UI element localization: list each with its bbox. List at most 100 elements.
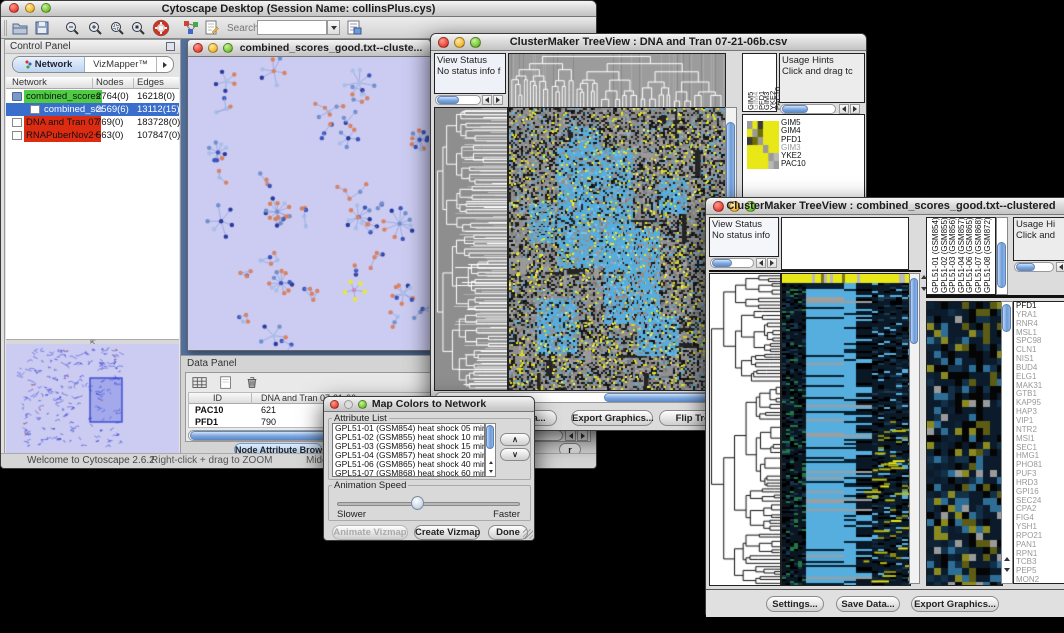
tv1-column-labels: GIM5GIM4PFD1GIM3YKE2PAC10 <box>742 53 777 112</box>
tv2-view-status: View Status No status info <box>709 217 779 257</box>
tv2-zoom-heatmap[interactable] <box>926 301 1003 586</box>
tv1-view-status: View Status No status info f <box>434 53 506 94</box>
speed-slider-thumb[interactable] <box>411 496 424 510</box>
tv1-row-labels: GIM5GIM4PFD1GIM3YKE2PAC10 <box>781 119 806 169</box>
tv1-column-dendrogram[interactable] <box>508 53 726 108</box>
tab-overflow-button[interactable] <box>157 57 173 72</box>
network-row-edges: 13112(15) <box>137 103 180 116</box>
attribute-list-item[interactable]: GPL51-07 (GSM868) heat shock 60 min <box>333 469 484 477</box>
network-row-nodes: 2764(0) <box>96 90 129 103</box>
network-row-name: DNA and Tran 07 <box>24 116 101 129</box>
tv1-row-label: PAC10 <box>781 160 806 168</box>
control-panel: Control Panel Network VizMapper™ Network… <box>4 39 181 455</box>
network-table-header[interactable]: Network Nodes Edges <box>6 77 179 89</box>
network-row[interactable]: DNA and Tran 07769(0) 183728(0) <box>6 116 179 129</box>
network-overview-canvas[interactable] <box>6 344 179 454</box>
data-row-value: 790 <box>261 417 276 427</box>
tv1-heatmap[interactable] <box>508 107 726 391</box>
tv1-button-export-graphics-[interactable]: Export Graphics... <box>571 410 653 426</box>
network-row-edges: 107847(0) <box>137 129 180 142</box>
network-view-canvas[interactable] <box>189 57 429 350</box>
tv2-heatmap-vscrollbar[interactable] <box>909 273 920 584</box>
tv2-column-labels: GPL51-01 (GSM854)GPL51-02 (GSM855)GPL51-… <box>926 217 996 295</box>
attribute-list-scrollbar[interactable] <box>485 423 496 477</box>
float-panel-icon[interactable] <box>166 42 175 51</box>
control-panel-header: Control Panel <box>5 40 180 54</box>
network-table: Network Nodes Edges combined_scores2764(… <box>6 77 179 339</box>
tv2-column-label: GPL51-03 (GSM856) <box>948 217 957 293</box>
tab-vizmapper[interactable]: VizMapper™ <box>85 57 157 72</box>
treeview2-title: ClusterMaker TreeView : combined_scores_… <box>706 200 1064 212</box>
data-row-id: PAC10 <box>195 405 223 415</box>
map-colors-dialog: Map Colors to Network Attribute List GPL… <box>323 396 535 541</box>
tv1-row-dendrogram[interactable] <box>434 107 508 391</box>
data-row-value: 621 <box>261 405 276 415</box>
tv2-vs-scrollbar[interactable] <box>709 257 779 270</box>
attribute-list[interactable]: GPL51-01 (GSM854) heat shock 05 minGPL51… <box>332 423 485 477</box>
tv2-row-labels: PFD1YRA1RNR4MSL1SPC98CLN1NIS1BUD4ELG1MAK… <box>1013 301 1064 584</box>
search-input[interactable] <box>257 20 327 35</box>
slower-label: Slower <box>337 509 366 520</box>
close-icon[interactable] <box>193 43 203 53</box>
tv2-column-labels-scrollbar[interactable] <box>996 217 1008 295</box>
network-row-edges: 183728(0) <box>137 116 180 129</box>
tab-network[interactable]: Network <box>13 57 85 72</box>
tv2-button-bar: Settings... Save Data... Export Graphics..… <box>706 589 1064 617</box>
tv2-column-dendrogram-area <box>781 217 909 270</box>
tv1-usage-hints: Usage Hints Click and drag tc <box>779 53 865 103</box>
treeview-window-2: ClusterMaker TreeView : combined_scores_… <box>705 197 1064 617</box>
data-row-id: PFD1 <box>195 417 218 427</box>
main-title-bar[interactable]: Cytoscape Desktop (Session Name: collins… <box>1 1 596 17</box>
tv1-vs-scrollbar[interactable] <box>434 94 506 107</box>
move-up-button[interactable]: ∧ <box>500 433 530 446</box>
move-down-button[interactable]: ∨ <box>500 448 530 461</box>
tv2-column-label: GPL51-07 (GSM868) <box>974 217 983 293</box>
tv2-row-label: MON2 <box>1014 576 1064 584</box>
network-window-1[interactable]: combined_scores_good.txt--cluste... <box>187 39 431 351</box>
scroll-right-button[interactable] <box>577 430 588 441</box>
status-welcome: Welcome to Cytoscape 2.6.2 <box>27 455 155 467</box>
speed-slider[interactable] <box>337 502 520 506</box>
tv2-zoom-vscrollbar[interactable] <box>1001 301 1013 584</box>
animation-speed-group: Animation Speed Slower Faster <box>328 485 531 521</box>
tv2-column-label: GPL51-08 (GSM872) <box>983 217 992 293</box>
animate-vizmap-button[interactable]: Animate Vizmap <box>332 525 408 540</box>
network-row-name: RNAPuberNov2+ <box>24 129 101 142</box>
create-vizmap-button[interactable]: Create Vizmap <box>414 525 480 540</box>
network-row-nodes: 563(0) <box>96 129 123 142</box>
network-row-name: combined_sco <box>42 103 102 116</box>
main-window-title: Cytoscape Desktop (Session Name: collins… <box>1 3 596 15</box>
tv2-heatmap[interactable] <box>781 273 911 586</box>
toolbar-drag-handle[interactable] <box>4 20 7 36</box>
tv2-button-settings-[interactable]: Settings... <box>766 596 824 612</box>
screen: Cytoscape Desktop (Session Name: collins… <box>0 0 1064 633</box>
network-row[interactable]: RNAPuberNov2+563(0) 107847(0) <box>6 129 179 142</box>
done-button[interactable]: Done <box>488 525 528 540</box>
control-panel-title: Control Panel <box>10 41 71 52</box>
network-row[interactable]: combined_scores2764(0) 16218(0) <box>6 90 179 103</box>
network-row-nodes: 769(0) <box>96 116 123 129</box>
network-tab-icon <box>25 60 32 69</box>
tv2-row-dendrogram[interactable] <box>709 273 781 586</box>
data-panel-title: Data Panel <box>187 358 236 369</box>
tv1-mini-heatmap[interactable] <box>747 121 779 169</box>
tv2-button-save-data-[interactable]: Save Data... <box>836 596 900 612</box>
file-icon <box>12 131 22 140</box>
faster-label: Faster <box>493 509 520 520</box>
network-row[interactable]: combined_sco2569(6) 13112(15) <box>6 103 179 116</box>
minimize-icon[interactable] <box>208 43 218 53</box>
treeview1-title: ClusterMaker TreeView : DNA and Tran 07-… <box>431 36 866 48</box>
folder-icon <box>12 92 22 101</box>
network-row-nodes: 2569(6) <box>96 103 129 116</box>
zoom-window-icon[interactable] <box>223 43 233 53</box>
search-dropdown-button[interactable] <box>327 20 340 35</box>
control-tabs: Network VizMapper™ <box>12 56 174 73</box>
tv2-column-label: GPL51-01 (GSM854) <box>931 217 940 293</box>
tv2-button-export-graphics-[interactable]: Export Graphics... <box>911 596 999 612</box>
scroll-left-button[interactable] <box>565 430 576 441</box>
tv2-usage-hints: Usage Hi Click and <box>1013 217 1064 261</box>
file-icon <box>12 118 22 127</box>
network-row-name: combined_scores <box>24 90 102 103</box>
network-row-edges: 16218(0) <box>137 90 175 103</box>
tv2-usage-scrollbar[interactable] <box>1013 261 1064 274</box>
